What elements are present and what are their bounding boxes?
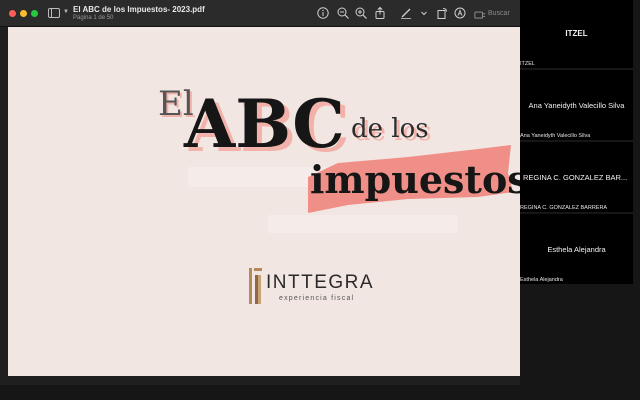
title-impuestos: impuestos [310, 157, 520, 202]
participant-tile[interactable]: Esthela Alejandra Esthela Alejandra [520, 214, 633, 284]
page-indicator: Página 1 de 50 [73, 15, 114, 21]
maximize-window-button[interactable] [31, 10, 38, 17]
participant-name: Esthela Alejandra [547, 245, 606, 254]
zoom-out-icon[interactable] [336, 6, 350, 20]
annotate-circle-icon[interactable] [453, 6, 467, 20]
search-icon [474, 8, 486, 19]
slide-artwork: El El ABC ABC de los de los impuestos IN… [158, 84, 520, 304]
title-bar: ▼ El ABC de los Impuestos- 2023.pdf Pági… [0, 0, 520, 27]
screen: ▼ El ABC de los Impuestos- 2023.pdf Pági… [0, 0, 640, 400]
participant-name: Ana Yaneidyth Valecillo Silva [528, 101, 625, 110]
sidebar-icon [48, 8, 60, 18]
participant-tile[interactable]: Ana Yaneidyth Valecillo Silva Ana Yaneid… [520, 70, 633, 140]
pdf-slide-page: El El ABC ABC de los de los impuestos IN… [8, 27, 520, 376]
title-abc: ABC [183, 85, 345, 163]
close-window-button[interactable] [9, 10, 16, 17]
search-input[interactable] [488, 7, 518, 20]
sidebar-icon-divider [51, 9, 52, 17]
participant-name: REGINA C. GONZALEZ BAR... [523, 173, 628, 182]
search-field[interactable] [474, 7, 518, 20]
participant-tile[interactable]: REGINA C. GONZALEZ BAR... REGINA C. GONZ… [520, 142, 633, 212]
markup-pen-icon[interactable] [399, 6, 413, 20]
share-icon[interactable] [373, 6, 387, 20]
participant-name: ITZEL [565, 29, 588, 38]
inttegra-logo-icon [249, 268, 262, 304]
sidebar-toggle-button[interactable]: ▼ [48, 8, 69, 19]
pdf-viewer-window: ▼ El ABC de los Impuestos- 2023.pdf Pági… [0, 0, 520, 385]
participant-tile[interactable]: ITZEL ITZEL [520, 0, 633, 68]
participant-label: Esthela Alejandra [520, 277, 565, 284]
participant-label: ITZEL [520, 61, 537, 68]
participant-label: REGINA C. GONZALEZ BARRERA [520, 205, 610, 212]
logo-tagline: experiencia fiscal [279, 295, 354, 302]
chevron-down-icon[interactable] [417, 6, 431, 20]
logo-name: INTTEGRA [266, 272, 374, 293]
rotate-icon[interactable] [435, 6, 449, 20]
info-icon[interactable] [316, 6, 330, 20]
minimize-window-button[interactable] [20, 10, 27, 17]
title-de-los: de los [351, 114, 429, 144]
document-title: El ABC de los Impuestos- 2023.pdf [73, 5, 205, 14]
participant-panel: ITZEL ITZEL Ana Yaneidyth Valecillo Silv… [520, 0, 640, 400]
participant-label: Ana Yaneidyth Valecillo Silva [520, 133, 593, 140]
chevron-down-icon: ▼ [63, 9, 69, 15]
zoom-in-icon[interactable] [354, 6, 368, 20]
